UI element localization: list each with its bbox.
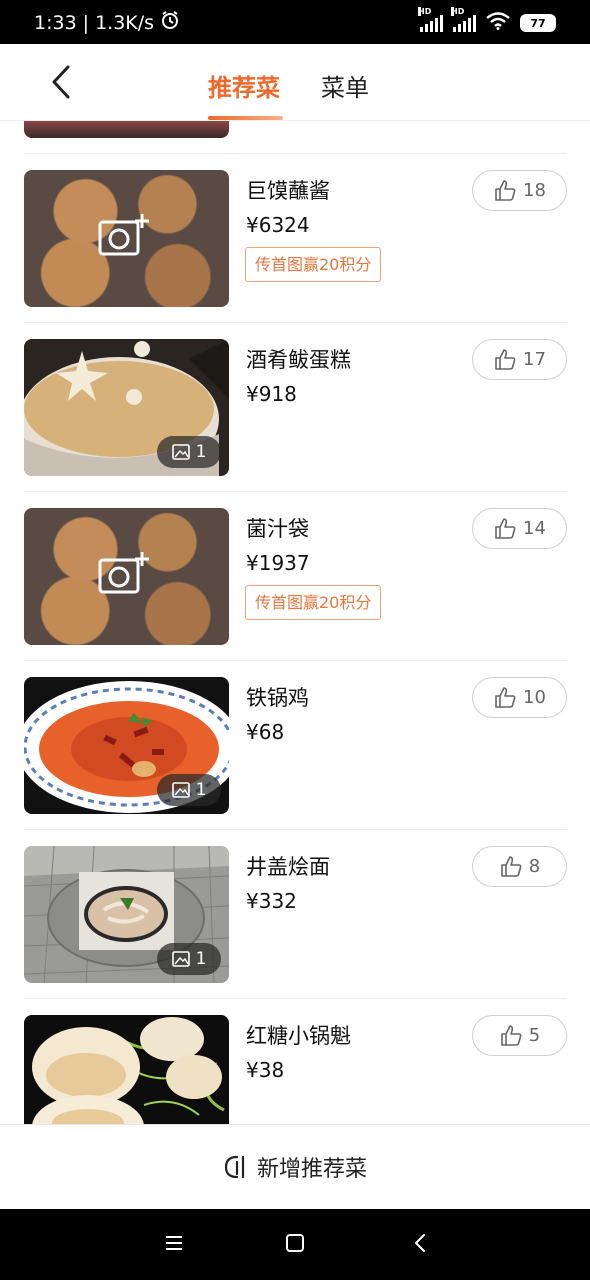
dish-price: ¥1937 [246, 551, 310, 575]
dish-price: ¥68 [246, 720, 285, 744]
dish-name: 铁锅鸡 [246, 686, 309, 710]
dish-image[interactable]: 1 [24, 677, 229, 814]
dish-image-placeholder[interactable] [24, 170, 229, 307]
add-photo-icon [98, 214, 149, 256]
list-item[interactable]: 巨馍蘸酱 ¥6324 传首图赢20积分 18 [0, 153, 590, 322]
dish-name: 巨馍蘸酱 [246, 179, 330, 203]
battery-icon: 77 [520, 14, 556, 32]
thumbs-up-icon [495, 348, 516, 370]
like-button[interactable]: 5 [472, 1015, 567, 1056]
dish-name: 红糖小锅魁 [246, 1024, 351, 1048]
thumbs-up-icon [495, 179, 516, 201]
add-button-label: 新增推荐菜 [256, 1157, 367, 1182]
dish-price: ¥918 [246, 382, 297, 406]
image-icon [171, 444, 190, 460]
like-count: 10 [523, 687, 546, 708]
like-count: 18 [523, 180, 546, 201]
list-item[interactable]: 1 酒肴鲅蛋糕 ¥918 17 [0, 322, 590, 491]
photo-count-badge: 1 [157, 774, 221, 806]
list-item[interactable]: 1 井盖烩面 ¥332 8 [0, 829, 590, 998]
dish-price: ¥6324 [246, 213, 310, 237]
system-nav-bar [0, 1209, 590, 1280]
list-item[interactable]: 菌汁袋 ¥1937 传首图赢20积分 14 [0, 491, 590, 660]
dish-name: 酒肴鲅蛋糕 [246, 348, 351, 372]
back-icon[interactable] [410, 1233, 430, 1253]
photo-count-badge: 1 [157, 436, 221, 468]
list-item[interactable]: 红糖小锅魁 ¥38 5 [0, 998, 590, 1124]
dish-name: 菌汁袋 [246, 517, 309, 541]
status-left: 1:33 | 1.3K/s [34, 10, 180, 35]
home-icon[interactable] [285, 1233, 305, 1253]
signal-icon: HD [418, 7, 443, 32]
like-count: 17 [523, 349, 546, 370]
image-icon [171, 951, 190, 967]
partial-dish-image [24, 121, 229, 138]
header: 推荐菜 菜单 [0, 44, 590, 121]
photo-count: 1 [195, 780, 207, 800]
dish-list[interactable]: 巨馍蘸酱 ¥6324 传首图赢20积分 18 1 酒肴鲅蛋糕 ¥918 17 菌… [0, 121, 590, 1124]
photo-count: 1 [195, 949, 207, 969]
tab-recommended[interactable]: 推荐菜 [208, 68, 280, 103]
list-item[interactable]: 1 铁锅鸡 ¥68 10 [0, 660, 590, 829]
tab-menu[interactable]: 菜单 [321, 68, 369, 103]
like-button[interactable]: 14 [472, 508, 567, 549]
thumbs-up-icon [500, 1024, 522, 1046]
thumbs-up-icon [500, 855, 522, 877]
dish-image[interactable] [24, 1015, 229, 1124]
thumbs-up-icon [495, 517, 516, 539]
like-button[interactable]: 18 [472, 170, 567, 211]
add-dish-icon [224, 1155, 245, 1179]
status-right: HD HD 77 [418, 7, 556, 34]
upload-promo-button[interactable]: 传首图赢20积分 [245, 585, 382, 620]
back-button[interactable] [46, 64, 76, 100]
dish-image[interactable]: 1 [24, 339, 229, 476]
dish-image[interactable]: 1 [24, 846, 229, 983]
like-count: 8 [528, 856, 541, 877]
wifi-icon [486, 12, 510, 34]
like-button[interactable]: 10 [472, 677, 567, 718]
status-network-speed: 1.3K/s [95, 11, 155, 34]
tab-indicator [208, 116, 283, 120]
dish-image-placeholder[interactable] [24, 508, 229, 645]
dish-price: ¥332 [246, 889, 297, 913]
like-count: 14 [523, 518, 546, 539]
like-button[interactable]: 17 [472, 339, 567, 380]
like-button[interactable]: 8 [472, 846, 567, 887]
add-recommended-dish-button[interactable]: 新增推荐菜 [0, 1124, 590, 1209]
alarm-icon [160, 10, 180, 35]
add-photo-icon [98, 552, 149, 594]
status-bar: 1:33 | 1.3K/s HD HD 77 [0, 0, 590, 44]
status-separator: | [82, 11, 90, 34]
signal-icon-2: HD [451, 7, 476, 32]
menu-icon[interactable] [164, 1233, 184, 1253]
status-time: 1:33 [34, 11, 77, 34]
photo-count: 1 [195, 442, 207, 462]
thumbs-up-icon [495, 686, 516, 708]
upload-promo-button[interactable]: 传首图赢20积分 [245, 247, 382, 282]
photo-count-badge: 1 [157, 943, 221, 975]
buns-image [24, 1015, 229, 1124]
back-arrow-icon [52, 65, 70, 99]
dish-name: 井盖烩面 [246, 855, 330, 879]
like-count: 5 [528, 1025, 541, 1046]
image-icon [171, 782, 190, 798]
dish-price: ¥38 [246, 1058, 285, 1082]
